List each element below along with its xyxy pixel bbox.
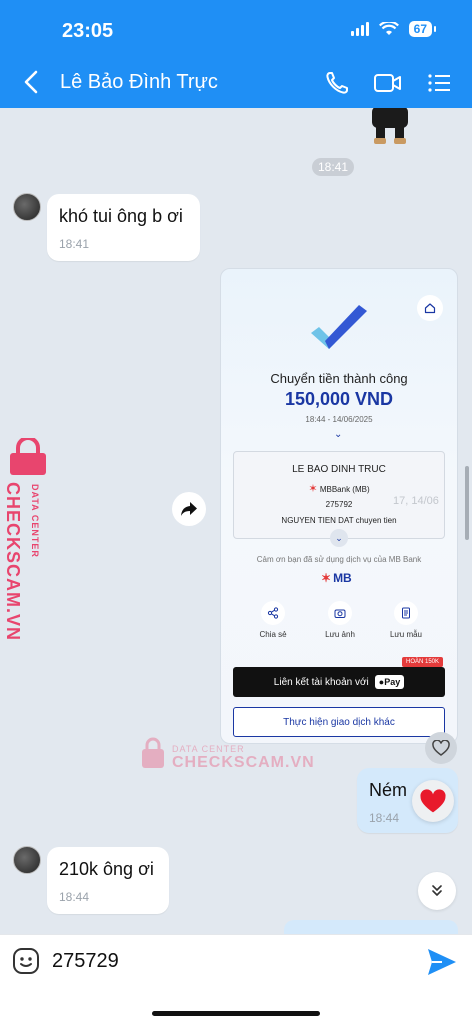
watermark-text: CHECKSCAM.VN	[3, 482, 23, 642]
lock-icon	[10, 438, 46, 475]
other-transaction-button: Thực hiện giao dịch khác	[233, 707, 445, 737]
message-time: 18:41	[59, 237, 90, 251]
heart-outline-icon	[432, 740, 450, 756]
receipt-note: NGUYEN TIEN DAT chuyen tien	[281, 516, 397, 525]
avatar[interactable]	[13, 193, 41, 221]
watermark-side: CHECKSCAM.VN DATA CENTER	[3, 438, 52, 642]
status-icons: 67	[350, 21, 437, 37]
chat-area[interactable]: 18:41 khó tui ông b ơi 18:41 CHECKSCAM.V…	[0, 108, 472, 934]
status-time: 23:05	[62, 20, 114, 42]
success-check-icon	[311, 305, 367, 349]
ghost-overlay-text: 17, 14/06	[393, 495, 439, 507]
camera-icon	[334, 609, 346, 618]
save-image-action: Lưu ảnh	[318, 601, 362, 639]
heart-icon	[420, 788, 446, 812]
chat-header: 23:05 67 Lê Bảo Đình Trực	[0, 0, 472, 108]
share-arrow-icon	[181, 502, 197, 516]
share-action: Chia sẻ	[251, 601, 295, 639]
home-icon	[424, 303, 436, 314]
scrollbar[interactable]	[465, 466, 469, 540]
receipt-home	[417, 295, 443, 321]
signal-icon	[350, 22, 369, 36]
emoji-sticker-icon[interactable]	[12, 947, 40, 975]
avatar[interactable]	[13, 846, 41, 874]
phone-call-icon[interactable]	[322, 68, 352, 98]
react-button[interactable]	[425, 732, 457, 764]
back-arrow-icon[interactable]	[20, 68, 44, 96]
sticker-image	[372, 108, 408, 144]
document-icon	[402, 607, 410, 619]
forward-button[interactable]	[172, 492, 206, 526]
wifi-icon	[378, 22, 399, 35]
mb-star-icon: ✶	[308, 483, 318, 495]
receipt-amount: 150,000 VND	[284, 389, 394, 409]
receipt-recipient: LE BAO DINH TRUC	[292, 464, 386, 475]
message-time: 18:44	[59, 890, 90, 904]
message-text: 210k ông ơi	[59, 859, 154, 879]
battery-icon: 67	[408, 21, 437, 37]
message-input[interactable]	[52, 947, 392, 975]
cashback-badge: HOÀN 150K	[401, 657, 443, 667]
lock-icon	[142, 737, 164, 768]
share-icon	[267, 607, 279, 619]
message-bubble[interactable]: khó tui ông b ơi 18:41	[47, 194, 200, 261]
apple-pay-badge: ●Pay	[374, 675, 405, 689]
message-bubble[interactable]: 210k ông ơi 18:44	[47, 847, 169, 914]
mb-star-icon: ✶	[321, 571, 332, 585]
send-icon[interactable]	[426, 947, 458, 977]
heart-reaction[interactable]	[412, 780, 454, 822]
message-text: khó tui ông b ơi	[59, 206, 183, 226]
receipt-datetime: 18:44 - 14/06/2025	[305, 415, 373, 424]
double-chevron-down-icon	[432, 885, 442, 896]
menu-list-icon[interactable]	[424, 68, 454, 98]
home-indicator	[152, 1011, 320, 1016]
message-composer	[0, 934, 472, 1024]
save-template-action: Lưu mẫu	[384, 601, 428, 639]
chat-title[interactable]: Lê Bảo Đình Trực	[60, 71, 218, 94]
mb-logo: ✶ MB	[321, 571, 352, 585]
time-divider: 18:41	[312, 158, 355, 176]
expand-chevron-icon: ⌄	[334, 429, 343, 440]
more-chevron-icon: ⌄	[330, 529, 348, 547]
link-account-button: Liên kết tài khoản với ●Pay	[233, 667, 445, 697]
transfer-receipt-image[interactable]: Chuyển tiền thành công 150,000 VND 18:44…	[220, 268, 458, 744]
receipt-bank: ✶ MBBank (MB)	[308, 483, 370, 495]
receipt-thanks: Cảm ơn bạn đã sử dụng dịch vụ của MB Ban…	[256, 555, 422, 564]
next-message-bubble	[284, 920, 458, 934]
watermark-subtext: DATA CENTER	[30, 484, 40, 558]
video-call-icon[interactable]	[372, 68, 404, 98]
scroll-down-button[interactable]	[418, 872, 456, 910]
receipt-title: Chuyển tiền thành công	[270, 371, 408, 386]
